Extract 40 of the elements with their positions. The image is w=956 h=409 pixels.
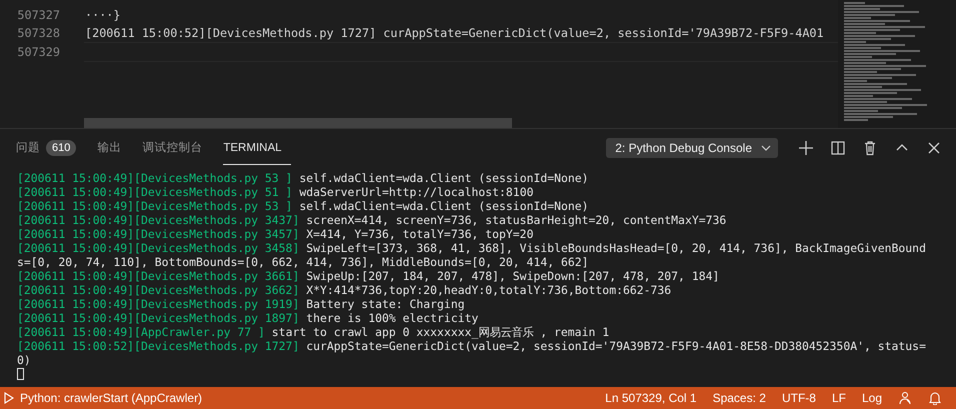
close-icon[interactable] <box>926 140 942 156</box>
code-line: [200611 15:00:52][DevicesMethods.py 1727] curAppState=GenericDict(value=2, sessionId='79A39B72-F5F9-4A01 <box>85 26 824 40</box>
count-badge: 610 <box>46 140 76 156</box>
play-icon <box>4 392 14 404</box>
terminal-line: [200611 15:00:49][DevicesMethods.py 53 ] self.wdaClient=wda.Client (sessionId=None) <box>17 199 589 213</box>
split-icon[interactable] <box>830 140 846 156</box>
panel-tab[interactable]: 问题 610 <box>16 131 86 165</box>
status-item[interactable]: Log <box>862 391 882 405</box>
bell-icon[interactable] <box>928 391 942 405</box>
horizontal-scrollbar[interactable] <box>84 118 512 128</box>
terminal-cursor <box>17 368 24 380</box>
terminal-line: [200611 15:00:49][DevicesMethods.py 3458] SwipeLeft=[373, 368, 41, 368], VisibleBoundsHasHead=[0, 20, 414, 736], BackImageGivenBound <box>17 241 926 255</box>
status-item[interactable]: LF <box>832 391 846 405</box>
terminal-line: [200611 15:00:49][DevicesMethods.py 53 ] self.wdaClient=wda.Client (sessionId=None) <box>17 171 589 185</box>
terminal-line: [200611 15:00:49][AppCrawler.py 77 ] start to crawl app 0 xxxxxxxx_网易云音乐 , remain 1 <box>17 325 610 339</box>
panel-tab[interactable]: TERMINAL <box>223 131 291 165</box>
terminal-line: s=[0, 20, 74, 110], BottomBounds=[0, 662, 414, 736], MiddleBounds=[0, 20, 414, 662] <box>17 255 589 269</box>
code-line: ····} <box>85 8 121 22</box>
panel-tab[interactable]: 输出 <box>97 131 130 165</box>
line-number: 507327 <box>16 8 60 22</box>
terminal-select[interactable]: 2: Python Debug Console <box>606 138 778 158</box>
terminal-line: [200611 15:00:49][DevicesMethods.py 3457] X=414, Y=736, totalY=736, topY=20 <box>17 227 534 241</box>
status-item[interactable]: Spaces: 2 <box>712 391 766 405</box>
panel-tab[interactable]: 调试控制台 <box>142 131 212 165</box>
terminal-line: [200611 15:00:49][DevicesMethods.py 51 ] wdaServerUrl=http://localhost:8100 <box>17 185 534 199</box>
feedback-icon[interactable] <box>898 391 912 405</box>
terminal-line: [200611 15:00:49][DevicesMethods.py 3661] SwipeUp:[207, 184, 207, 478], SwipeDown:[207, 478, 207, 184] <box>17 269 720 283</box>
terminal-line: 0) <box>17 353 31 367</box>
status-item[interactable]: Ln 507329, Col 1 <box>605 391 697 405</box>
debug-target[interactable]: Python: crawlerStart (AppCrawler) <box>4 391 202 405</box>
terminal-line: [200611 15:00:49][DevicesMethods.py 1897] there is 100% electricity <box>17 311 478 325</box>
status-item[interactable]: UTF-8 <box>782 391 816 405</box>
trash-icon[interactable] <box>862 140 878 156</box>
terminal-line: [200611 15:00:49][DevicesMethods.py 3662] X*Y:414*736,topY:20,headY:0,totalY:736,Bottom:662-736 <box>17 283 672 297</box>
terminal-line: [200611 15:00:49][DevicesMethods.py 1919] Battery state: Charging <box>17 297 465 311</box>
line-number: 507329 <box>16 45 60 59</box>
terminal-line: [200611 15:00:52][DevicesMethods.py 1727] curAppState=GenericDict(value=2, sessionId='79A39B72-F5F9-4A01-8E58-DD380452350A', status= <box>17 339 926 353</box>
line-number: 507328 <box>16 26 60 40</box>
plus-icon[interactable] <box>798 140 814 156</box>
terminal-line: [200611 15:00:49][DevicesMethods.py 3437] screenX=414, screenY=736, statusBarHeight=20, contentMaxY=736 <box>17 213 726 227</box>
